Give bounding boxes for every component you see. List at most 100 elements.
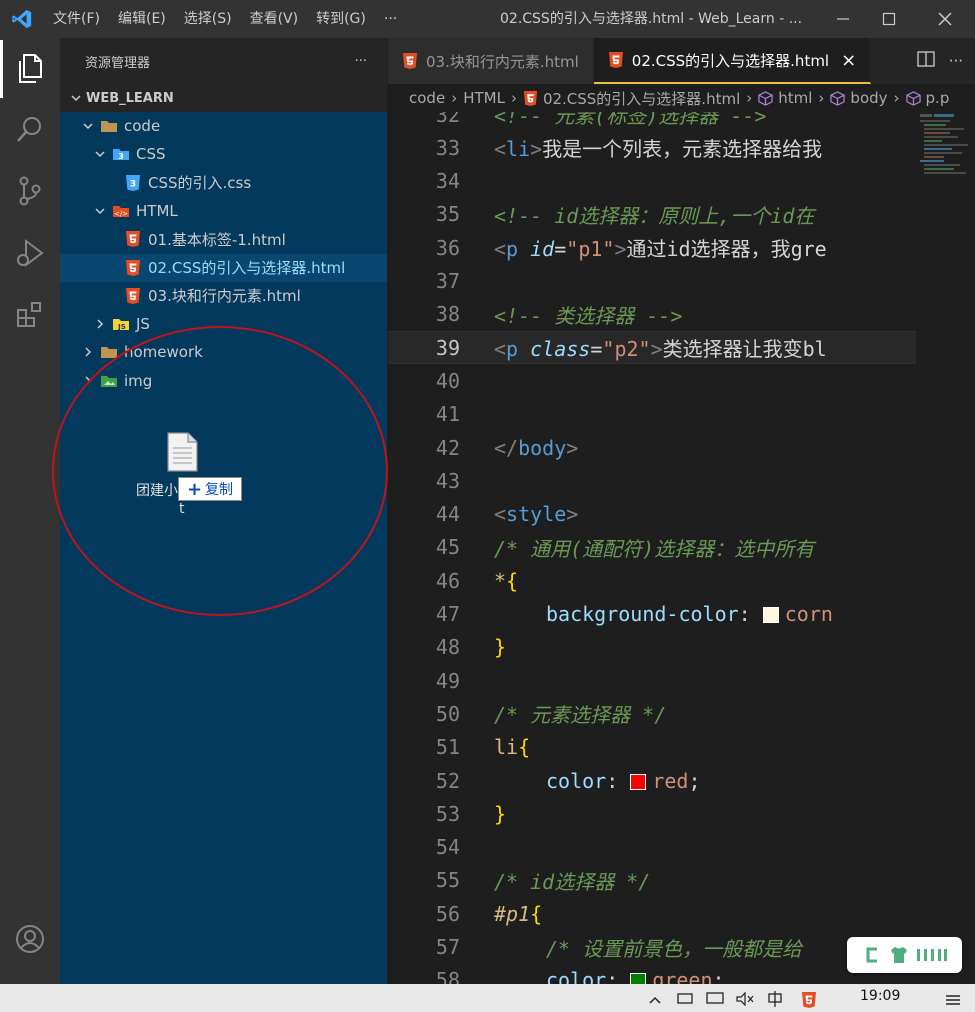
code-line[interactable]: 39 <p class="p2">类选择器让我变bl: [388, 331, 975, 365]
code-line[interactable]: 35 <!-- id选择器：原则上,一个id在: [388, 198, 975, 231]
bars-icon: [916, 949, 947, 961]
tree-item[interactable]: 02.CSS的引入与选择器.html: [60, 253, 387, 282]
account-icon[interactable]: [0, 910, 60, 968]
code-line[interactable]: 44 <style>: [388, 498, 975, 531]
extensions-icon[interactable]: [0, 286, 60, 344]
run-debug-icon[interactable]: [0, 224, 60, 282]
ime-indicator-icon[interactable]: [766, 990, 784, 1012]
vscode-logo-icon[interactable]: [0, 0, 44, 38]
line-number: 40: [435, 368, 460, 393]
taskbar: 19:09: [0, 984, 975, 1012]
taskbar-clock[interactable]: 19:09: [860, 988, 900, 1004]
close-button[interactable]: [920, 0, 970, 38]
code-line[interactable]: 32 <!-- 元素(标签)选择器 -->: [388, 112, 975, 131]
code-line[interactable]: 52 color: red;: [388, 764, 975, 797]
code-line[interactable]: 36 <p id="p1">通过id选择器，我gre: [388, 231, 975, 264]
tree-item[interactable]: code: [60, 112, 387, 140]
line-number: 51: [435, 735, 460, 760]
minimap[interactable]: [916, 112, 975, 984]
css3-icon: 3: [124, 174, 142, 192]
maximize-button[interactable]: [864, 0, 914, 38]
tab-03-block-inline[interactable]: 03.块和行内元素.html: [388, 38, 594, 84]
code-line[interactable]: 41: [388, 398, 975, 431]
code-line[interactable]: 33 <li>我是一个列表，元素选择器给我: [388, 131, 975, 164]
chevron-up-icon[interactable]: [648, 993, 662, 1009]
code-line[interactable]: 38 <!-- 类选择器 -->: [388, 298, 975, 331]
display-icon[interactable]: [706, 992, 724, 1010]
tree-item[interactable]: </> HTML: [60, 197, 387, 225]
code-line[interactable]: 45 /* 通用(通配符)选择器：选中所有: [388, 531, 975, 564]
breadcrumb-p-element[interactable]: p.p: [905, 89, 949, 107]
code-line[interactable]: 55 /* id选择器 */: [388, 864, 975, 897]
code-editor[interactable]: 32 <!-- 元素(标签)选择器 --> 33 <li>我是一个列表，元素选择器给我…: [388, 112, 975, 984]
chevron-down-icon: [92, 203, 108, 219]
menu-file[interactable]: 文件(F): [44, 0, 109, 38]
menu-edit[interactable]: 编辑(E): [109, 0, 175, 38]
code-line[interactable]: 37: [388, 265, 975, 298]
tab-close-button[interactable]: ×: [841, 50, 856, 71]
breadcrumb-separator-icon: ›: [451, 89, 458, 107]
workspace-name: WEB_LEARN: [86, 90, 174, 106]
code-content: background-color: corn: [546, 602, 833, 626]
code-line[interactable]: 42 </body>: [388, 431, 975, 464]
folder-icon: [100, 117, 118, 135]
html5-icon[interactable]: [801, 991, 817, 1012]
code-line[interactable]: 48}: [388, 631, 975, 664]
line-number: 57: [435, 935, 460, 959]
code-content: <li>我是一个列表，元素选择器给我: [494, 137, 823, 162]
explorer-icon[interactable]: [0, 40, 60, 98]
code-content: <!-- 类选择器 -->: [494, 303, 683, 328]
menu-selection[interactable]: 选择(S): [175, 0, 241, 38]
code-content: *{: [494, 568, 519, 593]
tab-02-css-selectors[interactable]: 02.CSS的引入与选择器.html ×: [593, 38, 872, 84]
code-content: /* id选择器 */: [494, 869, 651, 894]
tree-item-label: 02.CSS的引入与选择器.html: [148, 259, 346, 277]
editor-more-button[interactable]: ···: [949, 52, 963, 70]
tree-item[interactable]: 3 CSS的引入.css: [60, 169, 387, 197]
search-icon[interactable]: [0, 100, 60, 158]
code-line[interactable]: 54: [388, 831, 975, 864]
line-number: 56: [435, 901, 460, 926]
explorer-title: 资源管理器: [85, 55, 151, 71]
code-line[interactable]: 46 *{: [388, 564, 975, 597]
tree-item[interactable]: 03.块和行内元素.html: [60, 282, 387, 310]
floating-toolbar-widget[interactable]: [847, 937, 962, 973]
line-number: 58: [435, 968, 460, 984]
minimize-button[interactable]: [818, 0, 868, 38]
svg-text:</>: </>: [114, 210, 128, 218]
code-line[interactable]: 47 background-color: corn: [388, 598, 975, 631]
dragged-file-icon: [164, 432, 200, 472]
breadcrumb-file[interactable]: 02.CSS的引入与选择器.html: [523, 88, 740, 109]
breadcrumb-code[interactable]: code: [409, 89, 445, 107]
code-line[interactable]: 34: [388, 165, 975, 198]
network-icon[interactable]: [676, 992, 694, 1010]
code-line[interactable]: 50 /* 元素选择器 */: [388, 697, 975, 730]
code-line[interactable]: 56 #p1{: [388, 897, 975, 930]
code-line[interactable]: 51 li{: [388, 731, 975, 764]
code-line[interactable]: 53}: [388, 797, 975, 830]
breadcrumb-html-folder[interactable]: HTML: [463, 89, 505, 107]
menu-more[interactable]: ···: [375, 0, 406, 38]
code-line[interactable]: 49: [388, 664, 975, 697]
tree-item-label: code: [124, 117, 161, 135]
volume-muted-icon[interactable]: [735, 991, 755, 1010]
breadcrumb-body-element[interactable]: body: [830, 89, 888, 107]
line-number: 39: [435, 335, 460, 360]
breadcrumb-html-element[interactable]: html: [758, 89, 812, 107]
tree-item[interactable]: 01.基本标签-1.html: [60, 225, 387, 253]
explorer-more-button[interactable]: ···: [355, 54, 367, 69]
code-content: /* 通用(通配符)选择器：选中所有: [494, 536, 815, 561]
html-folder-icon: </>: [112, 202, 130, 220]
notification-icon[interactable]: [944, 992, 962, 1012]
menu-view[interactable]: 查看(V): [241, 0, 308, 38]
line-number: 38: [435, 302, 460, 327]
source-control-icon[interactable]: [0, 162, 60, 220]
split-editor-icon[interactable]: [917, 51, 935, 71]
code-line[interactable]: 43: [388, 464, 975, 497]
code-line[interactable]: 40: [388, 364, 975, 397]
workspace-section-header[interactable]: WEB_LEARN: [60, 84, 387, 112]
tree-item[interactable]: 3 CSS: [60, 140, 387, 168]
menu-goto[interactable]: 转到(G): [307, 0, 375, 38]
